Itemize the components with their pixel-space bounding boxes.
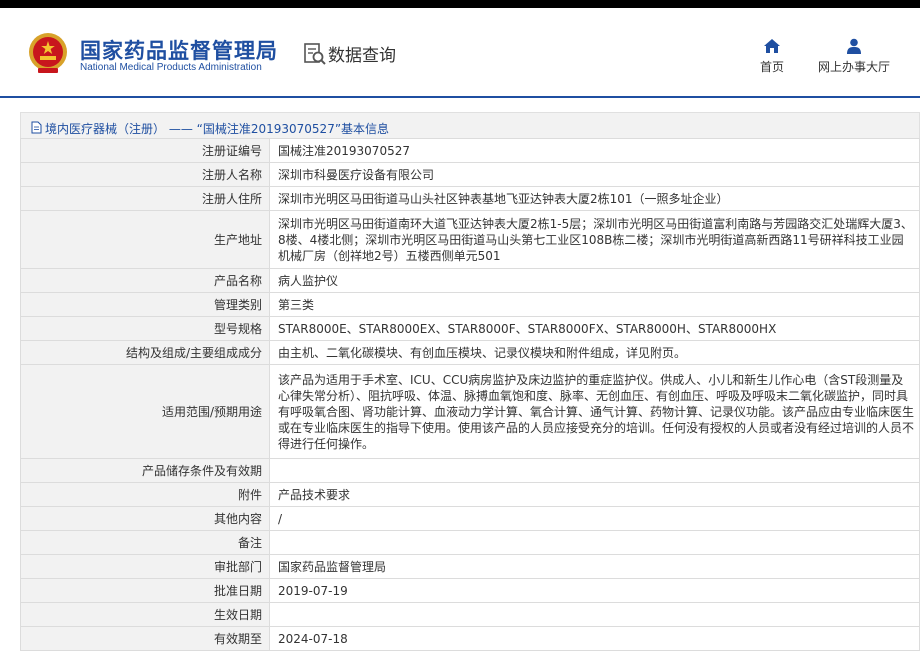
field-label: 注册人住所 (20, 186, 270, 211)
table-row: 结构及组成/主要组成成分 由主机、二氧化碳模块、有创血压模块、记录仪模块和附件组… (20, 340, 920, 365)
field-label: 审批部门 (20, 554, 270, 579)
breadcrumb: 境内医疗器械（注册） —— “国械注准20193070527”基本信息 (20, 112, 920, 138)
table-row: 审批部门 国家药品监督管理局 (20, 554, 920, 579)
table-row: 生产地址 深圳市光明区马田街道南环大道飞亚达钟表大厦2栋1-5层；深圳市光明区马… (20, 210, 920, 269)
field-label: 生产地址 (20, 210, 270, 269)
home-icon (764, 39, 780, 53)
table-row: 批准日期 2019-07-19 (20, 578, 920, 603)
table-row: 备注 (20, 530, 920, 555)
table-row: 适用范围/预期用途 该产品为适用于手术室、ICU、CCU病房监护及床边监护的重症… (20, 364, 920, 459)
data-query-icon[interactable] (303, 42, 327, 66)
table-row: 附件 产品技术要求 (20, 482, 920, 507)
field-value: 国械注准20193070527 (269, 138, 920, 163)
top-black-bar (0, 0, 920, 8)
table-row: 注册人名称 深圳市科曼医疗设备有限公司 (20, 162, 920, 187)
field-value: 产品技术要求 (269, 482, 920, 507)
detail-panel: 境内医疗器械（注册） —— “国械注准20193070527”基本信息 注册证编… (20, 112, 920, 651)
org-name-cn: 国家药品监督管理局 (80, 39, 278, 63)
field-value: 2024-07-18 (269, 626, 920, 651)
table-row: 型号规格 STAR8000E、STAR8000EX、STAR8000F、STAR… (20, 316, 920, 341)
table-row: 其他内容 / (20, 506, 920, 531)
field-label: 适用范围/预期用途 (20, 364, 270, 459)
field-label: 注册证编号 (20, 138, 270, 163)
field-label: 附件 (20, 482, 270, 507)
field-value: 深圳市光明区马田街道南环大道飞亚达钟表大厦2栋1-5层；深圳市光明区马田街道富利… (269, 210, 920, 269)
national-emblem-icon (29, 33, 67, 73)
breadcrumb-text: 境内医疗器械（注册） —— “国械注准20193070527”基本信息 (45, 121, 390, 136)
document-icon (31, 121, 42, 133)
table-row: 产品储存条件及有效期 (20, 458, 920, 483)
table-row: 产品名称 病人监护仪 (20, 268, 920, 293)
record-table: 注册证编号 国械注准20193070527 注册人名称 深圳市科曼医疗设备有限公… (20, 138, 920, 651)
field-value: 由主机、二氧化碳模块、有创血压模块、记录仪模块和附件组成，详见附页。 (269, 340, 920, 365)
field-value: 深圳市科曼医疗设备有限公司 (269, 162, 920, 187)
field-value: 深圳市光明区马田街道马山头社区钟表基地飞亚达钟表大厦2栋101（一照多址企业） (269, 186, 920, 211)
field-label: 有效期至 (20, 626, 270, 651)
field-label: 生效日期 (20, 602, 270, 627)
field-value: 第三类 (269, 292, 920, 317)
table-row: 有效期至 2024-07-18 (20, 626, 920, 651)
field-value: STAR8000E、STAR8000EX、STAR8000F、STAR8000F… (269, 316, 920, 341)
site-header: 国家药品监督管理局 National Medical Products Admi… (0, 8, 920, 96)
table-row: 注册证编号 国械注准20193070527 (20, 138, 920, 163)
data-query-label[interactable]: 数据查询 (328, 41, 396, 66)
field-value (269, 602, 920, 627)
field-value: 国家药品监督管理局 (269, 554, 920, 579)
user-icon (847, 38, 861, 54)
nav-online-office-label: 网上办事大厅 (817, 60, 890, 74)
nav-home-link[interactable]: 首页 (750, 38, 794, 78)
field-label: 产品名称 (20, 268, 270, 293)
field-label: 批准日期 (20, 578, 270, 603)
table-row: 生效日期 (20, 602, 920, 627)
field-value: / (269, 506, 920, 531)
field-value (269, 458, 920, 483)
field-value: 病人监护仪 (269, 268, 920, 293)
field-label: 其他内容 (20, 506, 270, 531)
field-label: 结构及组成/主要组成成分 (20, 340, 270, 365)
org-name-en: National Medical Products Administration (80, 62, 262, 73)
field-label: 管理类别 (20, 292, 270, 317)
field-label: 产品储存条件及有效期 (20, 458, 270, 483)
field-value: 2019-07-19 (269, 578, 920, 603)
field-value (269, 530, 920, 555)
field-label: 型号规格 (20, 316, 270, 341)
field-label: 注册人名称 (20, 162, 270, 187)
table-row: 管理类别 第三类 (20, 292, 920, 317)
field-label: 备注 (20, 530, 270, 555)
nav-online-office-link[interactable]: 网上办事大厅 (810, 38, 898, 78)
nav-home-label: 首页 (759, 60, 784, 74)
field-value: 该产品为适用于手术室、ICU、CCU病房监护及床边监护的重症监护仪。供成人、小儿… (269, 364, 920, 459)
header-divider (0, 96, 920, 98)
table-row: 注册人住所 深圳市光明区马田街道马山头社区钟表基地飞亚达钟表大厦2栋101（一照… (20, 186, 920, 211)
